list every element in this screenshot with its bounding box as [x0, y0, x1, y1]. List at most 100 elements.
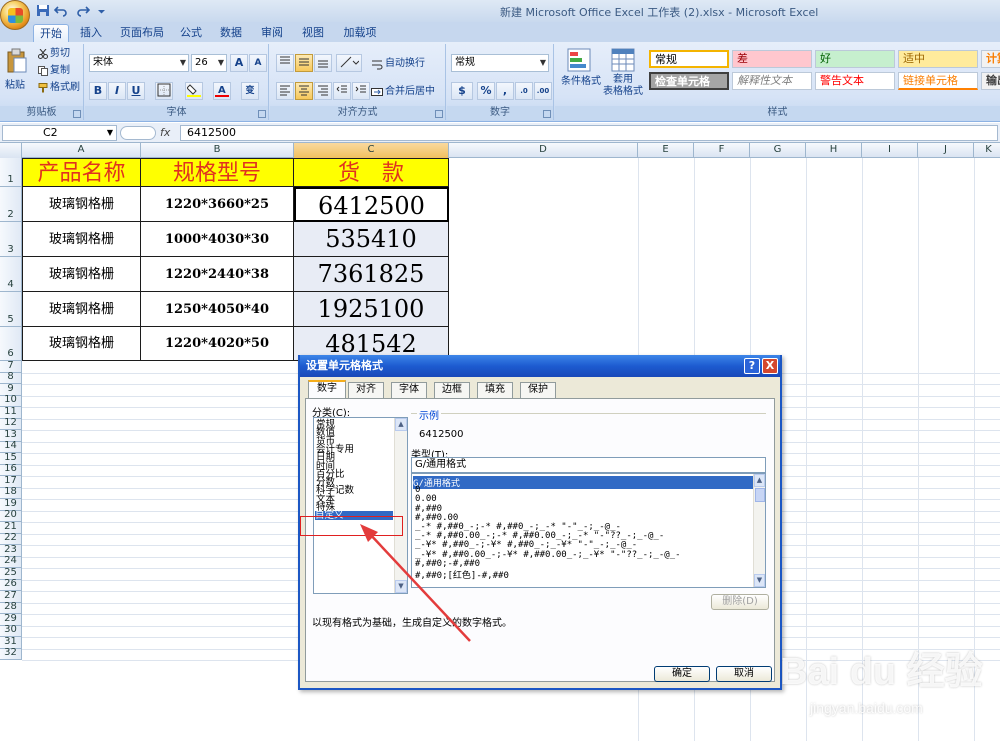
number-format-select[interactable]: 常规 ▼: [451, 54, 549, 72]
align-top-icon[interactable]: [276, 54, 294, 72]
align-middle-icon[interactable]: [295, 54, 313, 72]
formula-input[interactable]: 6412500: [180, 125, 998, 141]
align-bottom-icon[interactable]: [314, 54, 332, 72]
decrease-decimal-icon[interactable]: .00: [534, 82, 552, 100]
font-launcher-icon[interactable]: [258, 110, 266, 118]
scroll-up-icon[interactable]: ▲: [754, 474, 765, 487]
cut-button[interactable]: 剪切: [50, 46, 70, 62]
shrink-font-button[interactable]: A: [249, 54, 267, 72]
spec-cell[interactable]: 1000*4030*30: [141, 222, 294, 257]
insert-function-icon[interactable]: fx: [160, 126, 170, 139]
undo-icon[interactable]: [54, 4, 68, 17]
style-neutral[interactable]: 适中: [898, 50, 978, 68]
column-header[interactable]: D: [449, 143, 638, 158]
product-cell[interactable]: 玻璃钢格栅: [22, 257, 141, 292]
style-normal[interactable]: 常规: [649, 50, 729, 68]
dialog-tab-border[interactable]: 边框: [434, 382, 470, 398]
paste-icon[interactable]: [6, 48, 28, 74]
tab-formulas[interactable]: 公式: [176, 24, 206, 42]
category-scrollbar[interactable]: ▲ ▼: [394, 418, 407, 593]
format-as-table-button[interactable]: 套用 表格格式: [601, 74, 645, 100]
row-header[interactable]: 2: [0, 187, 22, 222]
italic-button[interactable]: I: [108, 82, 126, 100]
style-bad[interactable]: 差: [732, 50, 812, 68]
header-cell[interactable]: 货 款: [294, 158, 449, 187]
increase-decimal-icon[interactable]: .0: [515, 82, 533, 100]
scroll-down-icon[interactable]: ▼: [395, 580, 407, 593]
header-cell[interactable]: 规格型号: [141, 158, 294, 187]
fill-color-button[interactable]: [185, 82, 203, 100]
bold-button[interactable]: B: [89, 82, 107, 100]
product-cell[interactable]: 玻璃钢格栅: [22, 327, 141, 361]
select-all-corner[interactable]: [0, 143, 22, 158]
style-linked-cell[interactable]: 链接单元格: [898, 72, 978, 90]
tab-data[interactable]: 数据: [216, 24, 246, 42]
merge-center-button[interactable]: 合并后居中: [385, 84, 435, 100]
dialog-close-button[interactable]: X: [762, 358, 778, 374]
column-header[interactable]: H: [806, 143, 862, 158]
style-check-cell[interactable]: 检查单元格: [649, 72, 729, 90]
tab-review[interactable]: 审阅: [257, 24, 287, 42]
column-header[interactable]: A: [22, 143, 141, 158]
cancel-button[interactable]: 取消: [716, 666, 772, 682]
office-button[interactable]: [0, 0, 30, 30]
tab-page-layout[interactable]: 页面布局: [116, 24, 168, 42]
column-header[interactable]: K: [974, 143, 1000, 158]
amount-cell[interactable]: 7361825: [294, 257, 449, 292]
alignment-launcher-icon[interactable]: [435, 110, 443, 118]
orientation-icon[interactable]: [336, 54, 362, 72]
dialog-help-button[interactable]: ?: [744, 358, 760, 374]
redo-icon[interactable]: [76, 4, 90, 17]
spec-cell[interactable]: 1220*4020*50: [141, 327, 294, 361]
format-painter-button[interactable]: 格式刷: [50, 80, 80, 96]
increase-indent-icon[interactable]: [352, 82, 370, 100]
amount-cell[interactable]: 535410: [294, 222, 449, 257]
row-header[interactable]: 6: [0, 327, 22, 361]
scroll-thumb[interactable]: [755, 488, 765, 502]
customize-quick-access-icon[interactable]: [97, 4, 106, 17]
style-warning[interactable]: 警告文本: [815, 72, 895, 90]
amount-cell[interactable]: 1925100: [294, 292, 449, 327]
formula-bar-expand-button[interactable]: [120, 126, 156, 140]
currency-button[interactable]: $: [451, 82, 473, 100]
comma-button[interactable]: ,: [496, 82, 514, 100]
borders-button[interactable]: [155, 82, 173, 100]
column-header[interactable]: E: [638, 143, 694, 158]
ok-button[interactable]: 确定: [654, 666, 710, 682]
column-header[interactable]: J: [918, 143, 974, 158]
tab-insert[interactable]: 插入: [74, 24, 108, 42]
scroll-up-icon[interactable]: ▲: [395, 418, 407, 431]
save-icon[interactable]: [36, 4, 50, 17]
font-name-select[interactable]: 宋体 ▼: [89, 54, 189, 72]
font-color-button[interactable]: A: [213, 82, 231, 100]
grow-font-button[interactable]: A: [230, 54, 248, 72]
tab-view[interactable]: 视图: [298, 24, 328, 42]
copy-button[interactable]: 复制: [50, 63, 70, 79]
dialog-tab-fill[interactable]: 填充: [477, 382, 513, 398]
underline-button[interactable]: U: [127, 82, 145, 100]
scroll-down-icon[interactable]: ▼: [754, 574, 765, 587]
format-item[interactable]: #,##0;[红色]-#,##0: [415, 568, 509, 581]
style-output[interactable]: 输出: [981, 72, 1000, 90]
header-cell[interactable]: 产品名称: [22, 158, 141, 187]
row-header[interactable]: 32: [0, 647, 22, 660]
phonetic-button[interactable]: 变: [241, 82, 259, 100]
row-header[interactable]: 5: [0, 292, 22, 327]
column-header[interactable]: B: [141, 143, 294, 158]
row-header[interactable]: 3: [0, 222, 22, 257]
decrease-indent-icon[interactable]: [333, 82, 351, 100]
number-launcher-icon[interactable]: [543, 110, 551, 118]
dialog-tab-alignment[interactable]: 对齐: [348, 382, 384, 398]
column-header[interactable]: C: [294, 143, 449, 158]
row-header[interactable]: 4: [0, 257, 22, 292]
dialog-tab-protection[interactable]: 保护: [520, 382, 556, 398]
name-box[interactable]: C2 ▼: [2, 125, 117, 141]
align-right-icon[interactable]: [314, 82, 332, 100]
dialog-tab-font[interactable]: 字体: [391, 382, 427, 398]
clipboard-launcher-icon[interactable]: [73, 110, 81, 118]
delete-format-button[interactable]: 删除(D): [711, 594, 769, 610]
format-scrollbar[interactable]: ▲ ▼: [753, 474, 765, 587]
tab-home[interactable]: 开始: [33, 24, 69, 42]
product-cell[interactable]: 玻璃钢格栅: [22, 187, 141, 222]
product-cell[interactable]: 玻璃钢格栅: [22, 222, 141, 257]
